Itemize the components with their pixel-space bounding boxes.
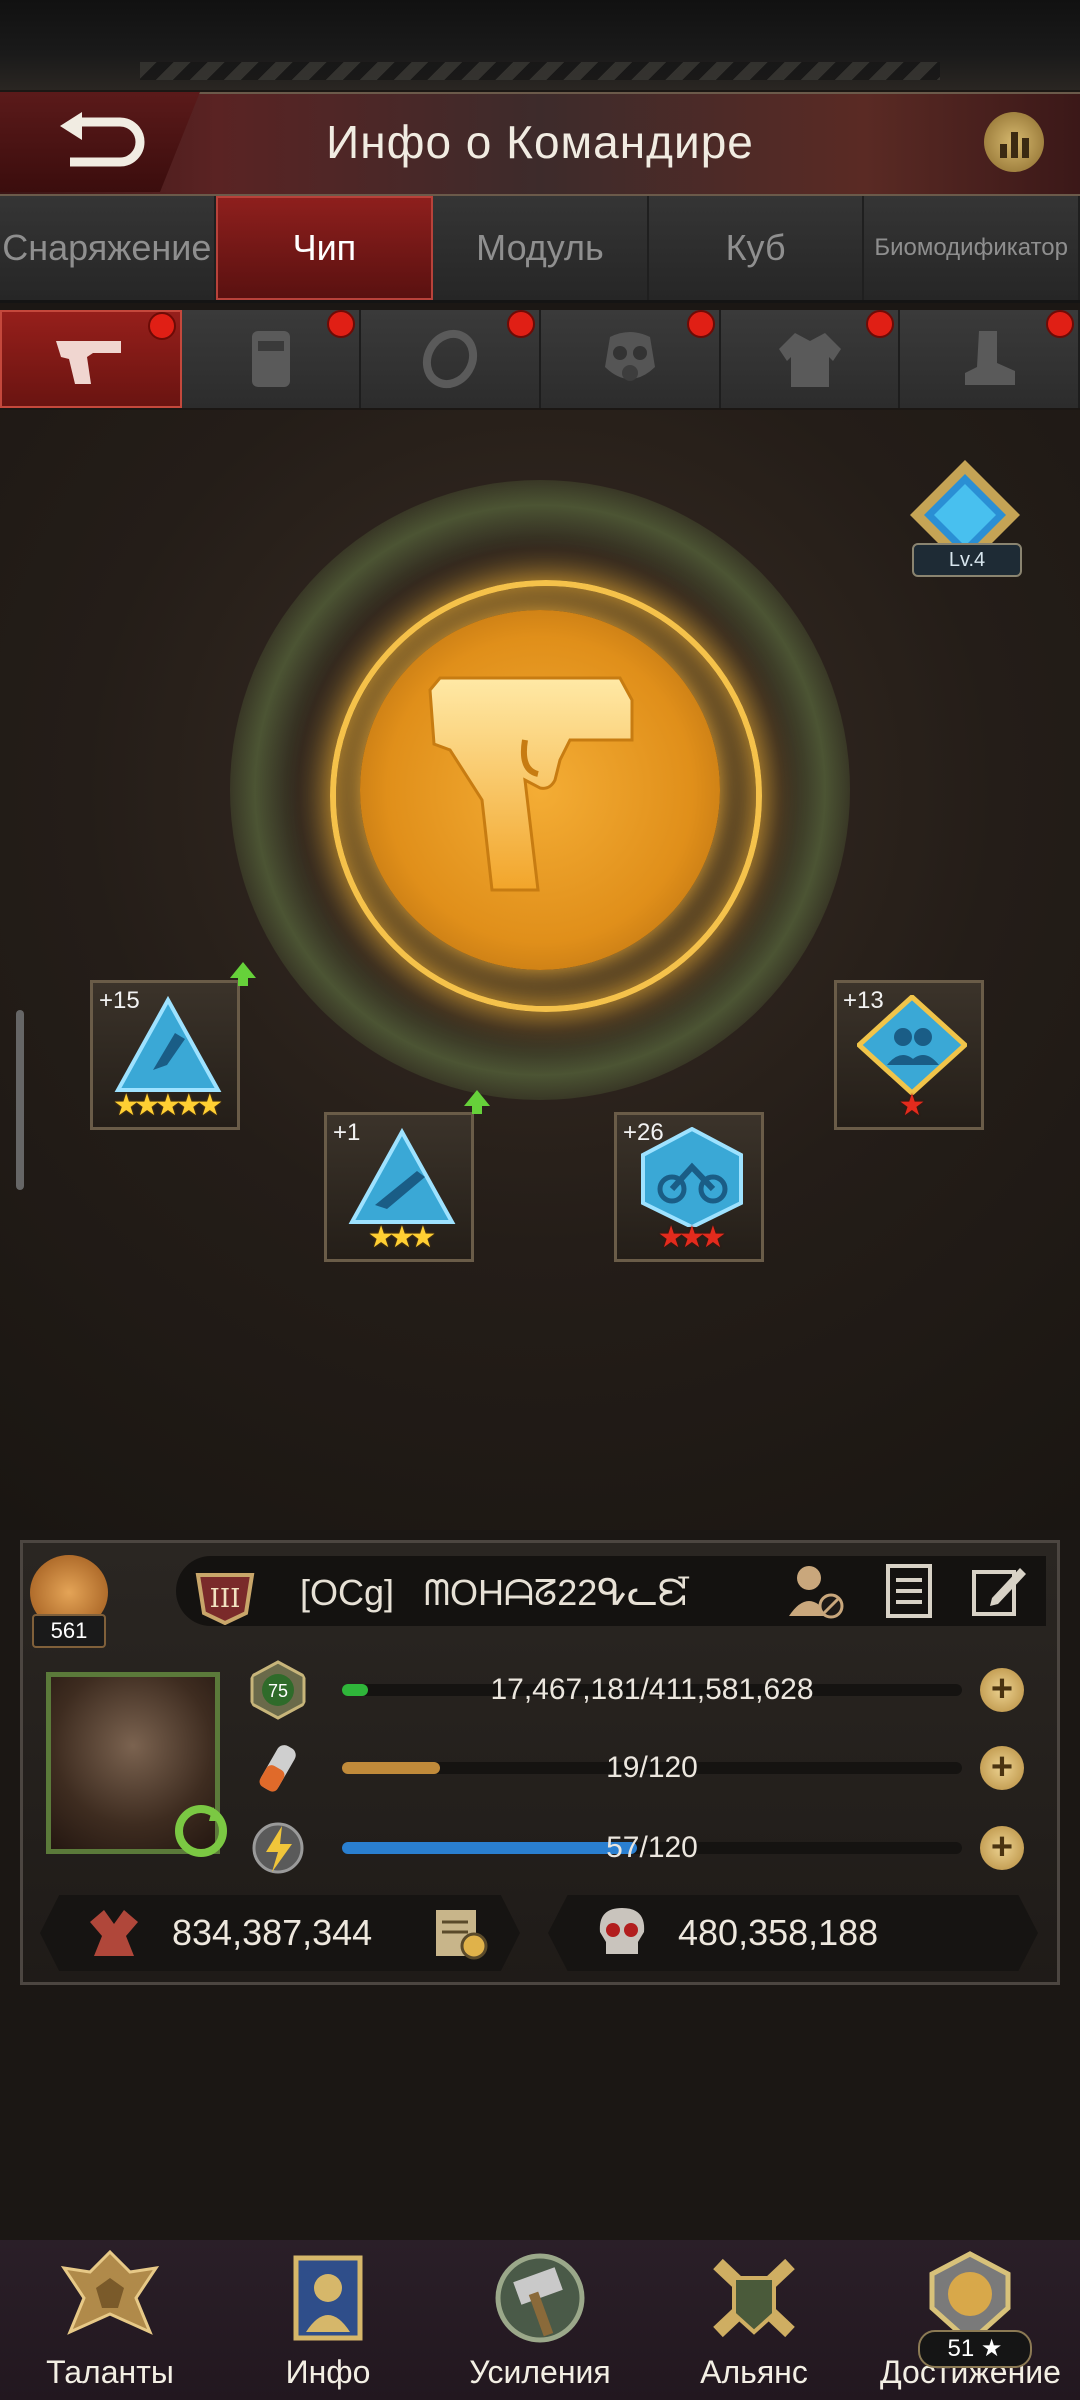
- svg-text:III: III: [210, 1584, 241, 1614]
- talents-icon: [60, 2249, 160, 2335]
- nav-alliance[interactable]: Альянс: [664, 2248, 844, 2400]
- notification-dot: [686, 310, 715, 338]
- slot-ring[interactable]: [361, 310, 542, 408]
- boot-icon: [965, 331, 1016, 385]
- notification-dot: [1046, 310, 1075, 338]
- ring-icon: [423, 329, 478, 389]
- chip-slot-2[interactable]: +1 ★★★: [324, 1112, 474, 1262]
- tab-cube[interactable]: Куб: [648, 196, 865, 300]
- page-title: Инфо о Командире: [326, 116, 754, 168]
- likes-count: 561: [32, 1614, 106, 1648]
- alliance-icon: [713, 2258, 795, 2338]
- tab-equipment[interactable]: Снаряжение: [0, 196, 216, 300]
- kills-value: 480,358,188: [678, 1912, 879, 1953]
- bar-chart-icon: [999, 144, 1007, 158]
- notification-dot: [147, 312, 176, 340]
- player-name: [OCg] ᗰOHᗩᘔ22ᕴᓚᘿ: [300, 1572, 691, 1613]
- tab-module[interactable]: Модуль: [433, 196, 649, 300]
- power-value: 834,387,344: [172, 1912, 373, 1953]
- upgrade-arrow-icon: [230, 962, 256, 986]
- stat-row-stamina: 19/120 +: [240, 1738, 1030, 1798]
- commander-avatar[interactable]: [46, 1672, 227, 1857]
- blue-hexagon-motorcycle-chip-icon: [641, 1127, 743, 1227]
- chip-slot-1[interactable]: +15 ★★★★★: [90, 980, 240, 1130]
- nav-talents-label: Таланты: [46, 2354, 174, 2390]
- stamina-icon: [259, 1745, 296, 1792]
- gas-mask-icon: [604, 332, 655, 381]
- rank-badge-icon[interactable]: III: [190, 1565, 260, 1625]
- achievements-badge: 51 ★: [918, 2330, 1032, 2368]
- experience-value: 17,467,181/411,581,628: [490, 1673, 814, 1706]
- pistol-icon: [55, 341, 121, 384]
- slot-vest[interactable]: [181, 310, 362, 408]
- pistol-icon: [428, 676, 634, 892]
- chip-slot-4[interactable]: +13 ★: [834, 980, 984, 1130]
- notification-dot: [327, 310, 356, 338]
- stat-row-energy: 57/120 +: [240, 1818, 1030, 1878]
- tab-biomodifier[interactable]: Биомодификатор: [864, 196, 1080, 300]
- stats-chart-button[interactable]: [984, 112, 1044, 172]
- commander-level: 75: [268, 1681, 288, 1701]
- jacket-icon: [778, 333, 841, 387]
- add-energy-button[interactable]: +: [980, 1826, 1024, 1870]
- blue-diamond-team-chip-icon: [857, 995, 967, 1095]
- power-icon: [90, 1910, 138, 1956]
- slot-boots[interactable]: [900, 310, 1080, 408]
- stamina-value: 19/120: [606, 1751, 698, 1784]
- equipment-level-label: Lv.4: [912, 543, 1022, 577]
- boosts-icon: [495, 2253, 585, 2343]
- blue-triangle-rifle-chip-icon: [348, 1127, 456, 1224]
- power-info-icon[interactable]: [430, 1902, 490, 1962]
- top-strip: [0, 0, 1080, 90]
- user-block-icon[interactable]: [785, 1560, 845, 1620]
- tab-chip[interactable]: Чип: [215, 196, 434, 300]
- energy-value: 57/120: [606, 1831, 698, 1864]
- refresh-icon: [175, 1805, 227, 1857]
- stat-row-experience: 75 17,467,181/411,581,628 +: [240, 1660, 1030, 1720]
- nav-alliance-label: Альянс: [700, 2354, 808, 2390]
- nav-info-label: Инфо: [285, 2354, 371, 2390]
- chip-stars: ★★★★★: [112, 1089, 223, 1122]
- skull-icon: [599, 1908, 645, 1954]
- nav-achievements[interactable]: Достижение: [880, 2248, 1061, 2400]
- chip-stars: ★: [898, 1089, 926, 1122]
- chip-slot-3[interactable]: +26 ★★★: [614, 1112, 764, 1262]
- level-icon: 75: [250, 1660, 306, 1720]
- nav-boosts-label: Усиления: [469, 2354, 611, 2390]
- chip-stars: ★★★: [657, 1221, 727, 1254]
- nav-boosts[interactable]: Усиления: [450, 2248, 630, 2400]
- hazard-stripes: [140, 62, 940, 80]
- list-icon[interactable]: [880, 1560, 940, 1620]
- notification-dot: [507, 310, 536, 338]
- slot-jacket[interactable]: [720, 310, 901, 408]
- chip-stars: ★★★: [367, 1221, 437, 1254]
- info-icon: [293, 2255, 363, 2341]
- notification-dot: [866, 310, 895, 338]
- scroll-indicator[interactable]: [16, 1010, 24, 1190]
- energy-icon: [252, 1822, 304, 1874]
- vest-icon: [251, 331, 290, 387]
- equipment-slot-bar: [0, 310, 1080, 408]
- add-stamina-button[interactable]: +: [980, 1746, 1024, 1790]
- edit-icon[interactable]: [968, 1560, 1028, 1620]
- bar-chart-icon-bar: [1010, 132, 1018, 158]
- blue-triangle-chip-icon: [114, 995, 222, 1092]
- category-tabs: Снаряжение Чип Модуль Куб Биомодификатор: [0, 196, 1080, 303]
- add-experience-button[interactable]: +: [980, 1668, 1024, 1712]
- slot-gas-mask[interactable]: [541, 310, 721, 408]
- nav-talents[interactable]: Таланты: [20, 2248, 200, 2400]
- upgrade-arrow-icon: [464, 1090, 490, 1114]
- bar-chart-icon-bar: [1021, 138, 1029, 158]
- slot-pistol[interactable]: [0, 310, 182, 408]
- nav-info[interactable]: Инфо: [238, 2248, 418, 2400]
